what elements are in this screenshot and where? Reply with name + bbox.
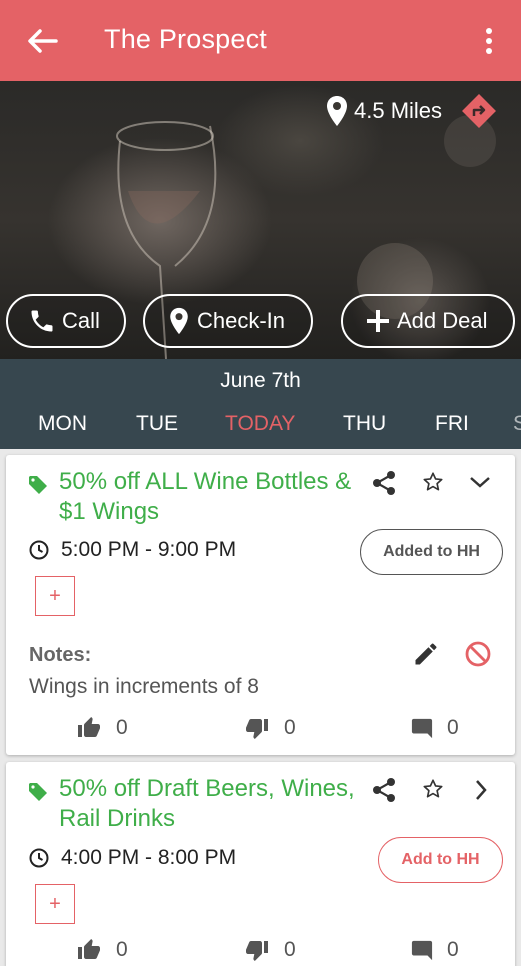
add-deal-button[interactable]: Add Deal: [341, 294, 515, 348]
comment-count: 0: [447, 716, 459, 739]
add-deal-label: Add Deal: [397, 308, 488, 333]
star-icon[interactable]: [422, 778, 444, 800]
share-icon[interactable]: [370, 469, 398, 497]
like-button[interactable]: 0: [76, 938, 128, 962]
location-pin-icon: [327, 96, 347, 126]
block-icon[interactable]: [464, 640, 492, 668]
directions-icon[interactable]: [460, 92, 498, 130]
tab-tue[interactable]: TUE: [136, 412, 178, 436]
call-label: Call: [62, 308, 100, 333]
like-button[interactable]: 0: [76, 716, 128, 740]
dislike-count: 0: [284, 716, 296, 739]
notes-text: Wings in increments of 8: [29, 675, 259, 698]
expand-plus-button[interactable]: +: [35, 884, 75, 924]
chevron-right-icon[interactable]: [472, 778, 490, 802]
thumbs-up-icon: [78, 939, 100, 959]
phone-icon: [31, 310, 53, 332]
comment-icon: [411, 718, 433, 739]
deal-card: 50% off Draft Beers, Wines, Rail Drinks …: [6, 762, 515, 966]
more-vert-icon[interactable]: [476, 24, 502, 58]
plus-icon: [367, 310, 389, 332]
dislike-button[interactable]: 0: [244, 716, 296, 740]
deal-time: 5:00 PM - 9:00 PM: [61, 538, 237, 561]
notes-label: Notes:: [29, 644, 92, 666]
deal-title[interactable]: 50% off Draft Beers, Wines, Rail Drinks: [59, 774, 359, 834]
add-to-hh-button[interactable]: Add to HH: [378, 837, 503, 883]
thumbs-down-icon: [246, 941, 268, 961]
back-arrow-icon[interactable]: [22, 22, 62, 62]
chevron-down-icon[interactable]: [468, 473, 492, 491]
comment-icon: [411, 940, 433, 961]
location-pin-icon: [170, 307, 188, 335]
clock-icon: [29, 540, 49, 560]
thumbs-up-icon: [78, 717, 100, 737]
check-in-label: Check-In: [197, 308, 286, 333]
selected-date: June 7th: [220, 369, 301, 392]
deal-title[interactable]: 50% off ALL Wine Bottles & $1 Wings: [59, 467, 359, 527]
tab-today[interactable]: TODAY: [225, 412, 295, 436]
distance-indicator: 4.5 Miles: [326, 94, 442, 128]
pencil-icon[interactable]: [412, 640, 440, 668]
tab-fri[interactable]: FRI: [435, 412, 469, 436]
tab-sat[interactable]: S: [513, 412, 521, 436]
dislike-button[interactable]: 0: [244, 938, 296, 962]
thumbs-down-icon: [246, 719, 268, 739]
added-to-hh-button[interactable]: Added to HH: [360, 529, 503, 575]
dislike-count: 0: [284, 938, 296, 961]
star-icon[interactable]: [422, 471, 444, 493]
deal-time: 4:00 PM - 8:00 PM: [61, 846, 237, 869]
venue-photo: 4.5 Miles Call Check-In Add Deal: [0, 81, 521, 359]
distance-text: 4.5 Miles: [354, 98, 443, 123]
tab-mon[interactable]: MON: [38, 412, 87, 436]
tag-icon: [29, 476, 47, 494]
comment-count: 0: [447, 938, 459, 961]
tab-thu[interactable]: THU: [343, 412, 386, 436]
share-icon[interactable]: [370, 776, 398, 804]
expand-plus-button[interactable]: +: [35, 576, 75, 616]
clock-icon: [29, 848, 49, 868]
page-title: The Prospect: [104, 24, 267, 54]
day-selector: June 7th MON TUE TODAY THU FRI S: [0, 359, 521, 449]
like-count: 0: [116, 716, 128, 739]
app-bar: The Prospect: [0, 0, 521, 81]
call-button[interactable]: Call: [6, 294, 126, 348]
comment-button[interactable]: 0: [411, 716, 459, 740]
comment-button[interactable]: 0: [411, 938, 459, 962]
deal-card: 50% off ALL Wine Bottles & $1 Wings 5:00…: [6, 455, 515, 755]
tag-icon: [29, 783, 47, 801]
check-in-button[interactable]: Check-In: [143, 294, 313, 348]
like-count: 0: [116, 938, 128, 961]
